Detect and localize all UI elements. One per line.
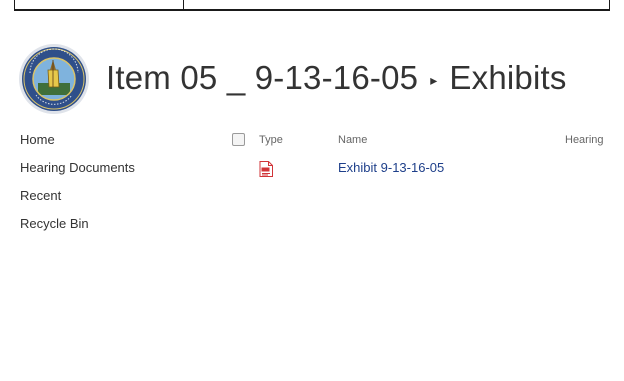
file-name-link[interactable]: Exhibit 9-13-16-05 — [338, 160, 444, 175]
pdf-icon[interactable] — [259, 161, 273, 177]
column-header-name[interactable]: Name — [338, 134, 367, 146]
page-title-item[interactable]: Item 05 _ 9-13-16-05 — [106, 59, 418, 97]
nav-item-home[interactable]: Home — [20, 132, 220, 160]
nav-item-recycle-bin[interactable]: Recycle Bin — [20, 216, 220, 244]
column-header-type[interactable]: Type — [259, 134, 283, 146]
nav-item-hearing-documents[interactable]: Hearing Documents — [20, 160, 220, 188]
page-title: Item 05 _ 9-13-16-05 ▸ Exhibits — [106, 55, 567, 101]
quick-launch-nav: Home Hearing Documents Recent Recycle Bi… — [20, 132, 220, 244]
select-all-checkbox[interactable] — [232, 133, 245, 146]
column-header-hearing[interactable]: Hearing — [565, 134, 604, 146]
state-seal-logo-icon[interactable] — [18, 43, 90, 115]
breadcrumb-separator-icon: ▸ — [430, 71, 438, 88]
page-title-library: Exhibits — [449, 59, 567, 96]
top-border — [0, 0, 624, 12]
divider — [14, 9, 610, 11]
nav-item-recent[interactable]: Recent — [20, 188, 220, 216]
